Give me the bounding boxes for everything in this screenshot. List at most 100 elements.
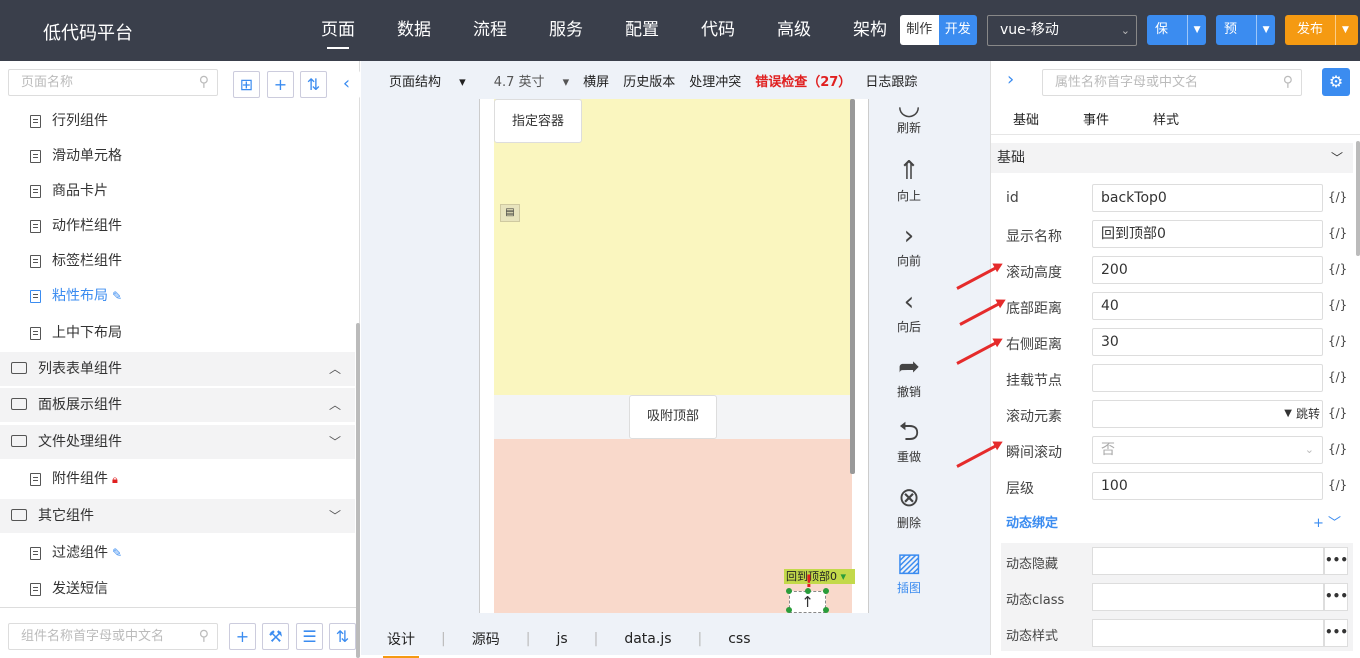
more-icon[interactable]: ••• — [1324, 583, 1348, 611]
container-button[interactable]: 指定容器 — [494, 99, 582, 143]
tree-item[interactable]: 上中下布局 — [0, 316, 355, 351]
expression-icon[interactable]: {/} — [1328, 370, 1347, 384]
expression-icon[interactable]: {/} — [1328, 262, 1347, 276]
resize-handle[interactable] — [823, 588, 829, 594]
jump-button[interactable]: 跳转 — [1296, 401, 1320, 427]
tab-design[interactable]: 设计 — [361, 629, 441, 658]
more-icon[interactable]: ••• — [1324, 547, 1348, 575]
add-icon[interactable]: + — [229, 623, 256, 650]
pink-container[interactable] — [494, 439, 852, 613]
add-icon[interactable]: + — [267, 71, 294, 98]
tab-basic[interactable]: 基础 — [991, 109, 1061, 134]
nav-config[interactable]: 配置 — [604, 0, 680, 61]
tab-style[interactable]: 样式 — [1131, 109, 1201, 134]
nav-architecture[interactable]: 架构 — [832, 0, 908, 61]
dynamic-input[interactable] — [1092, 619, 1324, 647]
pencil-icon[interactable]: ✎ — [112, 289, 122, 303]
dynamic-input[interactable] — [1092, 547, 1324, 575]
property-search-input[interactable]: 属性名称首字母或中文名 ⚲ — [1042, 69, 1302, 96]
component-search-input[interactable]: 组件名称首字母或中文名 ⚲ — [8, 623, 218, 650]
prop-select-instant[interactable]: 否 ⌄ — [1092, 436, 1323, 464]
sort-icon[interactable]: ⇅ — [300, 71, 327, 98]
tree-item[interactable]: 商品卡片 — [0, 174, 355, 209]
expression-icon[interactable]: {/} — [1328, 442, 1347, 456]
image-button[interactable]: ▨ 插图 — [881, 547, 937, 596]
component-placeholder-icon[interactable]: ▤ — [500, 204, 520, 222]
tree-item[interactable]: 行列组件 — [0, 104, 355, 139]
add-folder-icon[interactable]: ⊞ — [233, 71, 260, 98]
backtop-tag[interactable]: 回到顶部0 ▾ — [784, 569, 855, 584]
mode-dev-button[interactable]: 开发 — [938, 15, 977, 45]
expression-icon[interactable]: {/} — [1328, 190, 1347, 204]
dynamic-binding-header[interactable]: 动态绑定 + ﹀ — [991, 509, 1353, 539]
tree-item[interactable]: 附件组件 🔒︎ — [0, 462, 355, 497]
pencil-icon[interactable]: ✎ — [112, 546, 122, 560]
nav-code[interactable]: 代码 — [680, 0, 756, 61]
history-button[interactable]: 历史版本 — [623, 71, 675, 90]
tab-events[interactable]: 事件 — [1061, 109, 1131, 134]
publish-button[interactable]: 发布 ▼ — [1285, 15, 1358, 45]
chevron-right-icon[interactable]: › — [1007, 69, 1014, 90]
forward-button[interactable]: › 向前 — [881, 220, 937, 269]
refresh-button[interactable]: ◡ 刷新 — [881, 99, 937, 136]
up-button[interactable]: ⇑ 向上 — [881, 155, 937, 204]
env-select[interactable]: vue-移动 ⌄ — [987, 15, 1137, 46]
expression-icon[interactable]: {/} — [1328, 478, 1347, 492]
tree-item[interactable]: 发送短信 — [0, 572, 355, 607]
wrench-icon[interactable]: ⚒ — [262, 623, 289, 650]
tab-css[interactable]: css — [702, 631, 776, 647]
prop-input-scroll-height[interactable]: 200 — [1092, 256, 1323, 284]
expression-icon[interactable]: {/} — [1328, 406, 1347, 420]
nav-flow[interactable]: 流程 — [452, 0, 528, 61]
undo-button[interactable]: ➦ 撤销 — [881, 351, 937, 400]
log-button[interactable]: 日志跟踪 — [865, 71, 917, 90]
back-button[interactable]: ‹ 向后 — [881, 286, 937, 335]
tree-item-selected[interactable]: 粘性布局 ✎ — [0, 279, 355, 314]
page-structure-dropdown[interactable]: 页面结构 ▾ — [375, 71, 466, 90]
nav-service[interactable]: 服务 — [528, 0, 604, 61]
prop-input-display-name[interactable]: 回到顶部0 — [1092, 220, 1323, 248]
tree-item[interactable]: 过滤组件 ✎ — [0, 536, 355, 571]
section-basic[interactable]: 基础 ﹀ — [991, 143, 1353, 173]
expression-icon[interactable]: {/} — [1328, 226, 1347, 240]
group-panel[interactable]: 面板展示组件 ︿ — [0, 388, 355, 422]
resize-handle[interactable] — [823, 607, 829, 613]
gear-icon[interactable]: ⚙ — [1322, 68, 1350, 96]
tree-item[interactable]: 滑动单元格 — [0, 139, 355, 174]
group-list-form[interactable]: 列表表单组件 ︿ — [0, 352, 355, 386]
expression-icon[interactable]: {/} — [1328, 298, 1347, 312]
nav-page[interactable]: 页面 — [300, 0, 376, 61]
resize-handle[interactable] — [786, 588, 792, 594]
sort-icon[interactable]: ⇅ — [329, 623, 356, 650]
error-check-button[interactable]: 错误检查（27） — [755, 71, 851, 90]
right-scrollbar[interactable] — [1356, 141, 1360, 256]
screen-size-dropdown[interactable]: 4.7 英寸 ▾ — [480, 71, 569, 90]
prop-input-mount[interactable] — [1092, 364, 1323, 392]
resize-handle[interactable] — [805, 588, 811, 594]
caret-down-icon[interactable]: ▼ — [1284, 401, 1292, 427]
preview-button[interactable]: 预览 ▼ — [1216, 15, 1275, 45]
nav-advanced[interactable]: 高级 — [756, 0, 832, 61]
caret-down-icon[interactable]: ▼ — [1187, 15, 1206, 45]
conflict-button[interactable]: 处理冲突 — [689, 71, 741, 90]
mode-make-button[interactable]: 制作 — [900, 15, 939, 45]
prop-input-zindex[interactable]: 100 — [1092, 472, 1323, 500]
delete-button[interactable]: ⊗ 删除 — [881, 482, 937, 531]
phone-scrollbar[interactable] — [850, 99, 855, 474]
expression-icon[interactable]: {/} — [1328, 334, 1347, 348]
left-scrollbar[interactable] — [356, 323, 360, 658]
tab-js[interactable]: js — [530, 631, 593, 647]
prop-input-right[interactable]: 30 — [1092, 328, 1323, 356]
tree-item[interactable]: 标签栏组件 — [0, 244, 355, 279]
landscape-button[interactable]: 横屏 — [583, 71, 609, 90]
prop-input-id[interactable]: backTop0 — [1092, 184, 1323, 212]
caret-down-icon[interactable]: ▼ — [1335, 15, 1355, 45]
caret-down-icon[interactable]: ▼ — [1256, 15, 1275, 45]
more-icon[interactable]: ••• — [1324, 619, 1348, 647]
add-collapse-icon[interactable]: + ﹀ — [1313, 509, 1341, 539]
tab-source[interactable]: 源码 — [446, 629, 526, 649]
redo-button[interactable]: ⮌ 重做 — [881, 416, 937, 465]
prop-input-bottom[interactable]: 40 — [1092, 292, 1323, 320]
tab-data-js[interactable]: data.js — [598, 631, 697, 647]
nav-data[interactable]: 数据 — [376, 0, 452, 61]
